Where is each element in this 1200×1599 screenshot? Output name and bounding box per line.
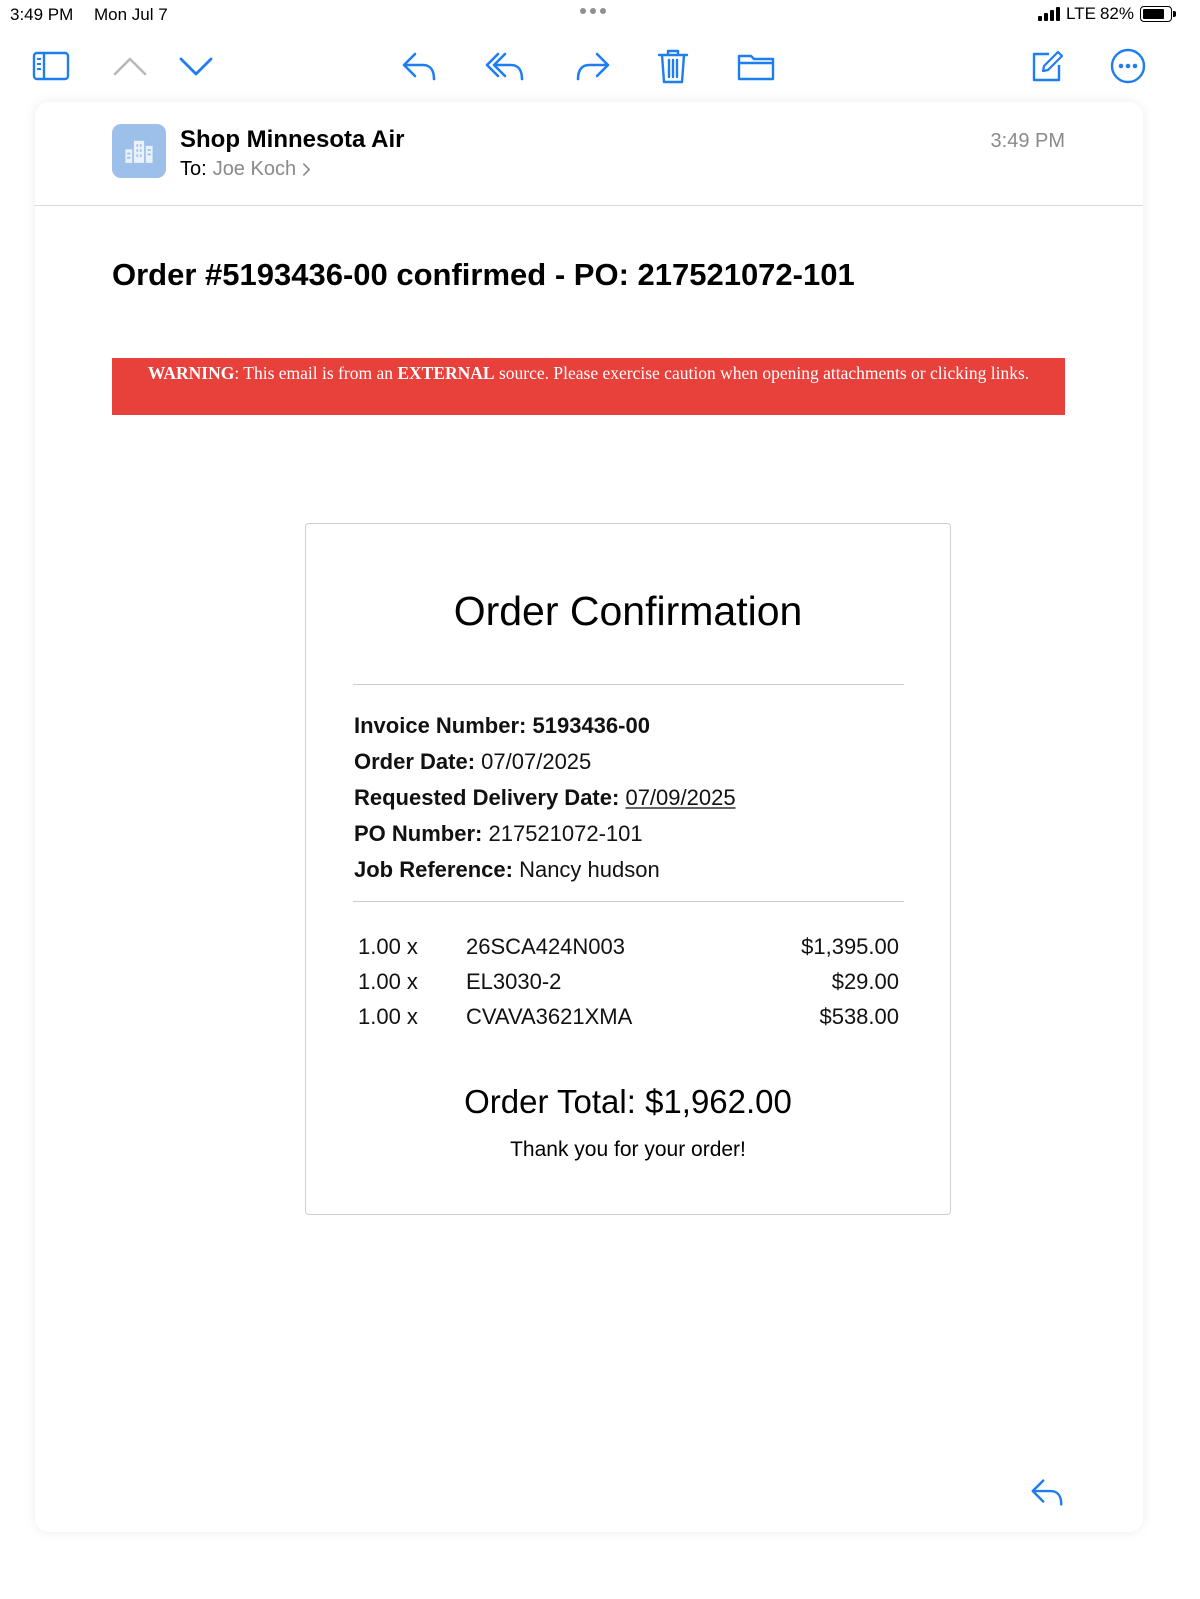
order-date-value: 07/07/2025 [481, 749, 592, 774]
delivery-date-link[interactable]: 07/09/2025 [625, 785, 735, 810]
to-label: To: [180, 158, 207, 180]
mail-toolbar [0, 40, 1200, 92]
warning-text-1: : This email is from an [234, 363, 398, 383]
network-type: LTE [1066, 4, 1096, 23]
item-price: $29.00 [831, 968, 899, 994]
order-confirmation-box: Order Confirmation Invoice Number: 51934… [305, 523, 951, 1215]
divider [353, 901, 904, 902]
job-reference-value: Nancy hudson [519, 857, 660, 882]
reply-icon [402, 52, 436, 81]
invoice-row: Invoice Number: 5193436-00 [354, 708, 736, 744]
order-date-label: Order Date: [354, 749, 476, 774]
line-item: 1.00 x EL3030-2 $29.00 [358, 964, 899, 999]
line-items: 1.00 x 26SCA424N003 $1,395.00 1.00 x EL3… [358, 929, 899, 1034]
item-price: $1,395.00 [801, 933, 899, 959]
po-label: PO Number: [354, 821, 483, 846]
recipient-name[interactable]: Joe Koch [213, 158, 296, 181]
po-row: PO Number: 217521072-101 [354, 816, 736, 852]
compose-button[interactable] [1025, 44, 1069, 88]
sidebar-toggle-button[interactable] [29, 44, 73, 88]
invoice-label: Invoice Number: [354, 713, 527, 738]
item-quantity: 1.00 x [358, 933, 418, 959]
delivery-date-row: Requested Delivery Date: 07/09/2025 [354, 780, 736, 816]
warning-emphasis: EXTERNAL [397, 363, 495, 383]
order-details: Invoice Number: 5193436-00 Order Date: 0… [354, 708, 736, 888]
item-sku: EL3030-2 [466, 968, 562, 994]
chevron-right-icon [303, 163, 311, 176]
order-date-row: Order Date: 07/07/2025 [354, 744, 736, 780]
line-item: 1.00 x 26SCA424N003 $1,395.00 [358, 929, 899, 964]
trash-button[interactable] [651, 44, 695, 88]
warning-label: WARNING [147, 363, 235, 383]
next-message-button[interactable] [174, 44, 218, 88]
battery-icon [1140, 6, 1176, 22]
order-total: Order Total: $1,962.00 [464, 1083, 792, 1120]
chevron-up-icon [113, 57, 147, 76]
reply-icon [1031, 1479, 1063, 1506]
more-icon [1110, 48, 1146, 84]
po-value: 217521072-101 [488, 821, 643, 846]
reply-all-icon [485, 52, 524, 81]
reply-floating-button[interactable] [1025, 1470, 1069, 1514]
cellular-signal-icon [1038, 7, 1061, 21]
line-item: 1.00 x CVAVA3621XMA $538.00 [358, 999, 899, 1034]
trash-icon [657, 49, 689, 84]
move-to-folder-button[interactable] [734, 44, 778, 88]
sender-avatar[interactable] [112, 124, 166, 178]
warning-text-2: source. Please exercise caution when ope… [494, 363, 1030, 383]
delivery-date-label: Requested Delivery Date: [354, 785, 620, 810]
status-time: 3:49 PM [10, 5, 74, 24]
job-reference-row: Job Reference: Nancy hudson [354, 852, 736, 888]
sender-name[interactable]: Shop Minnesota Air [180, 126, 404, 154]
status-date: Mon Jul 7 [94, 5, 168, 24]
recipient-line[interactable]: To: Joe Koch [180, 158, 311, 181]
reply-all-button[interactable] [483, 44, 527, 88]
message-header: Shop Minnesota Air To: Joe Koch 3:49 PM [35, 102, 1143, 206]
sidebar-icon [32, 51, 70, 81]
battery-percent: 82% [1099, 4, 1134, 23]
invoice-value: 5193436-00 [532, 713, 650, 738]
previous-message-button[interactable] [108, 44, 152, 88]
status-bar: 3:49 PM Mon Jul 7 LTE 82% [0, 0, 1200, 30]
forward-button[interactable] [571, 44, 615, 88]
item-sku: CVAVA3621XMA [466, 1003, 633, 1029]
job-reference-label: Job Reference: [354, 857, 513, 882]
item-sku: 26SCA424N003 [466, 933, 626, 959]
more-actions-button[interactable] [1106, 44, 1150, 88]
building-icon [125, 140, 153, 163]
multitasking-dots-icon[interactable] [580, 8, 606, 14]
message-time: 3:49 PM [990, 130, 1065, 152]
status-indicators: LTE 82% [1038, 4, 1176, 24]
folder-icon [737, 54, 775, 81]
item-quantity: 1.00 x [358, 1003, 418, 1029]
divider [353, 684, 904, 685]
chevron-down-icon [179, 57, 213, 76]
item-quantity: 1.00 x [358, 968, 418, 994]
order-title: Order Confirmation [453, 588, 803, 634]
reply-button[interactable] [397, 44, 441, 88]
thank-you-message: Thank you for your order! [510, 1138, 746, 1161]
forward-icon [576, 52, 610, 81]
message-subject: Order #5193436-00 confirmed - PO: 217521… [112, 257, 855, 292]
external-warning-banner: WARNING: This email is from an EXTERNAL … [112, 358, 1065, 415]
message-card: Shop Minnesota Air To: Joe Koch 3:49 PM … [35, 102, 1143, 1532]
item-price: $538.00 [819, 1003, 899, 1029]
compose-icon [1032, 50, 1064, 82]
